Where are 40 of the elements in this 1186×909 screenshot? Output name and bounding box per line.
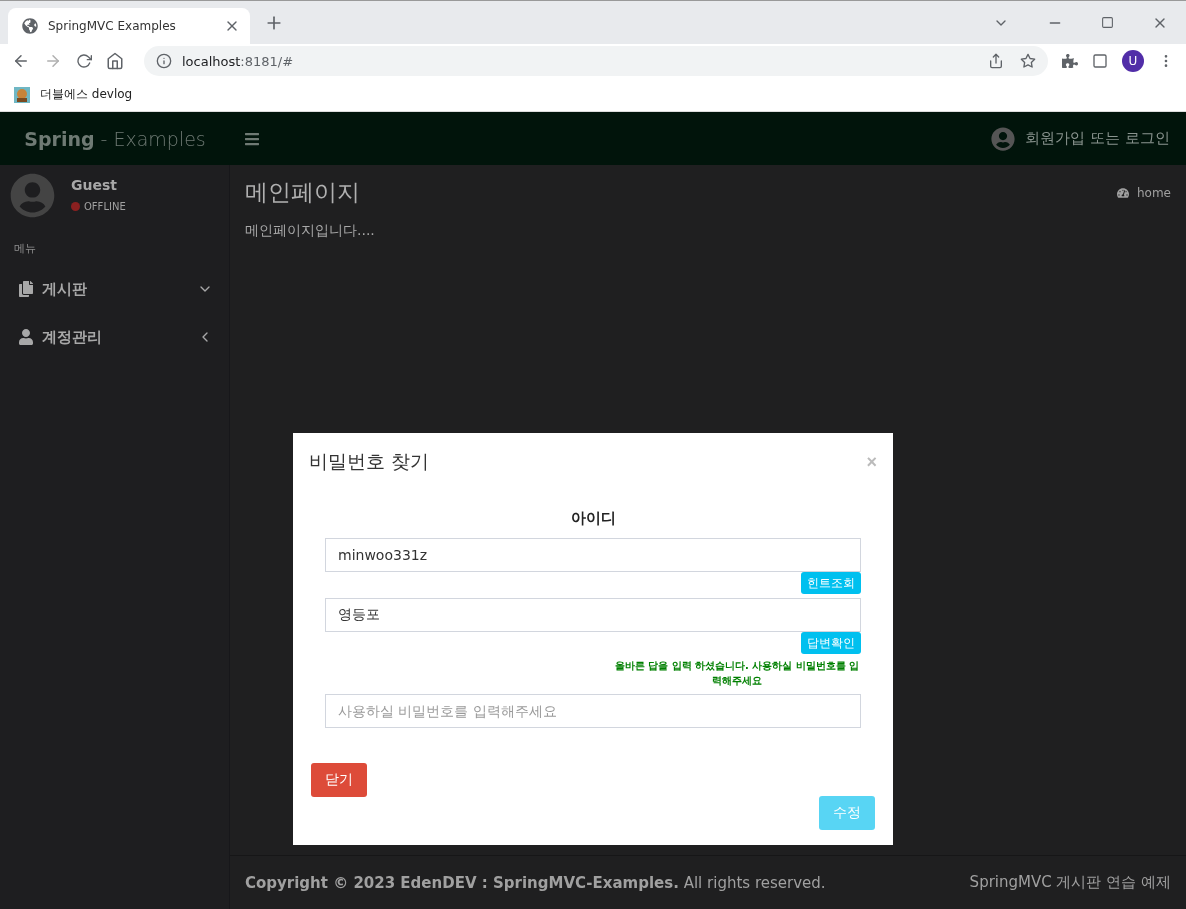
side-panel-icon[interactable] [1092,53,1108,69]
field-label: 아이디 [569,509,617,528]
files-icon [18,281,34,297]
dashboard-icon [1116,186,1129,199]
bookmark-favicon-icon [14,86,30,103]
password-field[interactable]: 사용하실 비밀번호를 입력해주세요 [325,694,861,728]
modal-title: 비밀번호 찾기 [309,449,430,474]
answer-field[interactable]: 영등포 [325,598,861,632]
menu-icon[interactable] [244,130,260,147]
reload-icon[interactable] [76,53,92,69]
page-text: 메인페이지입니다.... [245,222,376,240]
sidebar-item[interactable]: 계정관리 [0,313,229,361]
star-icon[interactable] [1020,53,1036,69]
account-link[interactable]: 회원가입 또는 로그인 [1025,129,1170,148]
status-dot [71,202,80,211]
page-title: 메인페이지 [245,178,360,207]
status-text: OFFLINE [84,201,126,212]
footer-text: SpringMVC 게시판 연습 예제 [969,873,1171,892]
home-icon[interactable] [106,52,124,70]
back-icon[interactable] [12,52,30,70]
share-icon[interactable] [988,53,1004,69]
puzzle-icon[interactable] [1062,53,1078,69]
profile-avatar[interactable]: U [1122,50,1144,72]
copyright-text: Copyright © 2023 EdenDEV : SpringMVC-Examples. All rights reserved. [245,873,826,892]
id-field[interactable]: minwoo331z [325,538,861,572]
globe-icon [22,18,38,34]
user-name: Guest [71,177,118,193]
brand-logo[interactable]: Spring - Examples [0,127,230,150]
user-icon [18,329,34,345]
browser-tab[interactable]: SpringMVC Examples [8,8,250,44]
address-bar[interactable]: localhost:8181/# [144,46,1048,76]
breadcrumb-link[interactable]: home [1136,185,1171,200]
close-button[interactable]: 닫기 [311,763,367,797]
sidebar-item[interactable]: 게시판 [0,265,229,313]
success-message: 올바른 답을 입력 하셨습니다. 사용하실 비밀번호를 입력해주세요 [613,659,861,688]
bookmark-link[interactable]: 더블에스 devlog [40,86,133,103]
menu-header: 메뉴 [13,240,37,257]
avatar-icon [991,126,1016,151]
maximize-icon[interactable] [1101,16,1114,29]
info-icon [156,53,172,69]
